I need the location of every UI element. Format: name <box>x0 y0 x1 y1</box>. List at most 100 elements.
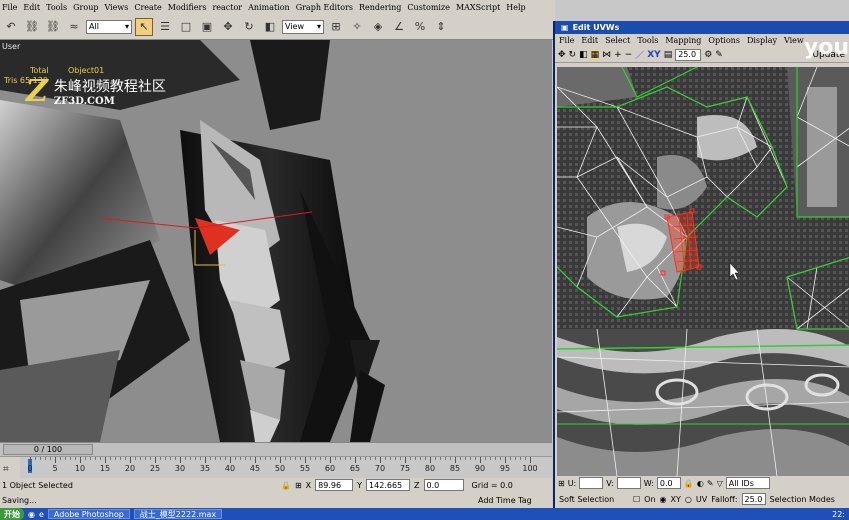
track-tick-mark <box>205 457 206 463</box>
start-button[interactable]: 开始 <box>0 508 24 520</box>
window-crossing-icon[interactable]: ▣ <box>198 18 216 36</box>
options-icon[interactable]: ⚙ <box>704 50 712 60</box>
menu-tools[interactable]: Tools <box>46 3 67 12</box>
track-minor-tick <box>325 457 326 460</box>
time-slider-thumb[interactable]: 0 / 100 <box>3 444 93 455</box>
selection-modes-label: Selection Modes <box>769 494 835 504</box>
track-minor-tick <box>200 457 201 460</box>
time-slider[interactable]: 0 / 100 <box>0 442 552 456</box>
undo-icon[interactable]: ↶ <box>2 18 20 36</box>
hide-icon[interactable]: ◐ <box>697 479 704 488</box>
x-coordinate-field[interactable]: 89.96 <box>315 479 354 491</box>
map-icon[interactable]: ▤ <box>664 50 673 60</box>
angle-snap-icon[interactable]: ∠ <box>390 18 408 36</box>
axis-label[interactable]: XY <box>647 50 660 60</box>
u-field[interactable] <box>579 477 604 489</box>
freeform-icon[interactable]: ▦ <box>590 49 600 60</box>
rotate-icon[interactable]: ↻ <box>569 50 577 60</box>
menu-help[interactable]: Help <box>506 3 525 12</box>
menu-views[interactable]: Views <box>104 3 128 12</box>
move-icon[interactable]: ✥ <box>558 50 566 60</box>
v-field[interactable] <box>616 477 641 489</box>
taskbar-item-photoshop[interactable]: Adobe Photoshop <box>47 509 130 519</box>
track-minor-tick <box>440 457 441 460</box>
absolute-mode-icon[interactable]: ⊞ <box>295 481 302 490</box>
select-manipulate-icon[interactable]: ✧ <box>348 18 366 36</box>
pivot-center-icon[interactable]: ⊞ <box>327 18 345 36</box>
menu-modifiers[interactable]: Modifiers <box>168 3 207 12</box>
track-tick-label: 40 <box>224 464 236 473</box>
menu-maxscript[interactable]: MAXScript <box>456 3 500 12</box>
track-tick-mark <box>355 457 356 463</box>
expand-icon[interactable]: + <box>614 50 622 60</box>
select-move-icon[interactable]: ✥ <box>219 18 237 36</box>
perspective-viewport[interactable]: User Total Object01 Tris 65 130 Z 朱峰视频教程… <box>0 40 552 442</box>
viewport-label[interactable]: User <box>2 42 20 51</box>
reference-coordinate-dropdown[interactable]: View ▾ <box>282 19 324 34</box>
add-time-tag-button[interactable]: Add Time Tag <box>478 496 532 505</box>
uvw-menu-edit[interactable]: Edit <box>581 36 598 45</box>
select-link-icon[interactable]: ⛓ <box>23 18 41 36</box>
scale-icon[interactable]: ◧ <box>579 50 588 60</box>
y-label: Y <box>357 480 363 490</box>
uvw-menu-view[interactable]: View <box>784 36 804 45</box>
track-tick-label: 55 <box>299 464 311 473</box>
menu-group[interactable]: Group <box>73 3 98 12</box>
pen-icon[interactable]: ／ <box>635 48 644 61</box>
uvw-menu-file[interactable]: File <box>559 36 574 45</box>
filter-icon[interactable]: ▽ <box>717 479 723 488</box>
selection-filter-dropdown[interactable]: All ▾ <box>86 19 132 34</box>
prompt-line: Saving... Add Time Tag <box>0 492 552 508</box>
lock-icon[interactable]: 🔒 <box>281 481 291 490</box>
track-tick-mark <box>255 457 256 463</box>
track-minor-tick <box>465 457 466 460</box>
soft-on-checkbox[interactable]: ☐ <box>633 495 640 504</box>
uvw-menu-display[interactable]: Display <box>747 36 777 45</box>
pin-icon[interactable]: ✎ <box>715 50 723 60</box>
track-tick-mark <box>480 457 481 463</box>
ie-icon[interactable]: e <box>39 510 44 519</box>
quicklaunch-icon[interactable]: ◉ <box>28 510 35 519</box>
uv-radio[interactable]: ○ <box>685 495 692 504</box>
freeze-icon[interactable]: ✎ <box>707 479 714 488</box>
uvw-menu-options[interactable]: Options <box>708 36 740 45</box>
mirror-icon[interactable]: ⋈ <box>602 50 611 60</box>
zoom-field[interactable]: 25.0 <box>675 48 702 61</box>
menu-customize[interactable]: Customize <box>407 3 450 12</box>
mode-icon[interactable]: ⊞ <box>558 479 565 488</box>
unlink-icon[interactable]: ⛓ <box>44 18 62 36</box>
z-coordinate-field[interactable]: 0.0 <box>423 479 464 491</box>
track-minor-tick <box>165 457 166 460</box>
xy-radio[interactable]: ◉ <box>660 495 667 504</box>
taskbar-item-3dsmax[interactable]: 战士_模型2222.max <box>133 509 223 519</box>
select-rotate-icon[interactable]: ↻ <box>240 18 258 36</box>
select-by-name-icon[interactable]: ☰ <box>156 18 174 36</box>
menu-graph-editors[interactable]: Graph Editors <box>296 3 353 12</box>
menu-edit[interactable]: Edit <box>23 3 40 12</box>
ids-dropdown[interactable]: All IDs <box>725 477 770 489</box>
select-object-icon[interactable]: ↖ <box>135 17 153 36</box>
select-scale-icon[interactable]: ◧ <box>261 18 279 36</box>
contract-icon[interactable]: − <box>625 50 633 60</box>
percent-snap-icon[interactable]: % <box>411 18 429 36</box>
bind-space-warp-icon[interactable]: ≈ <box>65 18 83 36</box>
menu-animation[interactable]: Animation <box>248 3 290 12</box>
snap-toggle-icon[interactable]: ◈ <box>369 18 387 36</box>
menu-rendering[interactable]: Rendering <box>359 3 401 12</box>
y-coordinate-field[interactable]: 142.665 <box>366 479 411 491</box>
uvw-menu-select[interactable]: Select <box>605 36 630 45</box>
rectangular-selection-icon[interactable]: □ <box>177 18 195 36</box>
menu-create[interactable]: Create <box>134 3 161 12</box>
track-bar[interactable]: ⌗ 0 5 10 15 20 25 30 35 40 45 50 55 60 65 70 75 80 85 90 95… <box>0 456 552 479</box>
edit-uvws-titlebar[interactable]: ▣ Edit UVWs <box>555 21 849 34</box>
track-tick-mark <box>230 457 231 463</box>
uvw-menu-tools[interactable]: Tools <box>637 36 658 45</box>
spinner-snap-icon[interactable]: ⇕ <box>432 18 450 36</box>
uvw-editor-canvas[interactable] <box>557 67 849 476</box>
w-field[interactable]: 0.0 <box>656 477 681 489</box>
falloff-field[interactable]: 25.0 <box>741 493 766 505</box>
menu-file[interactable]: File <box>2 3 17 12</box>
uvw-menu-mapping[interactable]: Mapping <box>665 36 701 45</box>
lock-selection-icon[interactable]: 🔒 <box>684 479 694 488</box>
menu-reactor[interactable]: reactor <box>212 3 242 12</box>
